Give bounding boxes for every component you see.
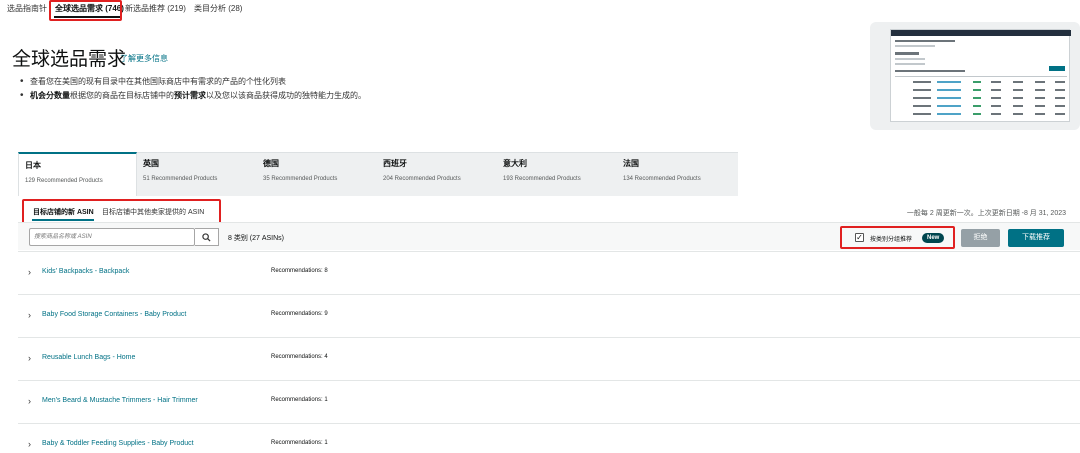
learn-more-link[interactable]: 了解更多信息 — [120, 53, 168, 64]
tab-category-analysis[interactable]: 类目分析 (28) — [194, 3, 242, 14]
preview-thumbnail — [870, 22, 1080, 130]
search-button[interactable] — [195, 228, 219, 246]
category-row[interactable]: › Kids' Backpacks - Backpack Recommendat… — [18, 251, 1080, 294]
category-name[interactable]: Kids' Backpacks - Backpack — [42, 268, 129, 275]
country-name: 德国 — [263, 159, 279, 168]
download-recommendations-button[interactable]: 下载推荐 — [1008, 229, 1064, 247]
country-count: 51 Recommended Products — [143, 176, 218, 182]
description-item: 机会分数量根据您的商品在目标店铺中的预计需求以及您以该商品获得成功的独特能力生成… — [20, 89, 366, 103]
recommendation-count: Recommendations: 4 — [271, 354, 328, 360]
description-list: 查看您在美国的现有目录中在其他国际商店中有需求的产品的个性化列表 机会分数量根据… — [20, 75, 366, 103]
tab-country-spain[interactable]: 西班牙 204 Recommended Products — [377, 152, 497, 196]
tab-new-recommendations[interactable]: 新选品推荐 (219) — [125, 3, 186, 14]
tab-selection-guide[interactable]: 选品指南针 — [7, 3, 47, 14]
category-name[interactable]: Baby Food Storage Containers - Baby Prod… — [42, 311, 186, 318]
subtab-new-asins[interactable]: 目标店铺的新 ASIN — [33, 207, 94, 217]
chevron-right-icon[interactable]: › — [28, 310, 31, 320]
check-icon: ✓ — [856, 232, 863, 242]
group-by-category-label: 按类别分组推荐 — [870, 237, 913, 243]
country-count: 204 Recommended Products — [383, 176, 461, 182]
page-title: 全球选品需求 — [12, 49, 127, 70]
recommendation-count: Recommendations: 1 — [271, 440, 328, 446]
tab-country-uk[interactable]: 英国 51 Recommended Products — [137, 152, 257, 196]
chevron-right-icon[interactable]: › — [28, 396, 31, 406]
tab-country-japan[interactable]: 日本 129 Recommended Products — [18, 152, 137, 196]
update-info: 一般每 2 周更新一次。上次更新日期 -8 月 31, 2023 — [906, 210, 1066, 217]
country-count: 129 Recommended Products — [25, 178, 103, 184]
country-name: 法国 — [623, 159, 639, 168]
category-name[interactable]: Reusable Lunch Bags - Home — [42, 354, 135, 361]
category-name[interactable]: Baby & Toddler Feeding Supplies - Baby P… — [42, 440, 194, 447]
description-item: 查看您在美国的现有目录中在其他国际商店中有需求的产品的个性化列表 — [20, 75, 366, 89]
category-row[interactable]: › Baby & Toddler Feeding Supplies - Baby… — [18, 423, 1080, 453]
chevron-right-icon[interactable]: › — [28, 439, 31, 449]
subtab-other-seller-asins[interactable]: 目标店铺中其他卖家提供的 ASIN — [102, 207, 204, 217]
chevron-right-icon[interactable]: › — [28, 353, 31, 363]
country-count: 134 Recommended Products — [623, 176, 701, 182]
chevron-right-icon[interactable]: › — [28, 267, 31, 277]
reject-button[interactable]: 拒绝 — [961, 229, 1000, 247]
category-row[interactable]: › Men's Beard & Mustache Trimmers - Hair… — [18, 380, 1080, 423]
country-count: 193 Recommended Products — [503, 176, 581, 182]
active-tab-indicator — [54, 16, 120, 18]
top-tab-bar: 选品指南针 全球选品需求 (746) 新选品推荐 (219) 类目分析 (28) — [0, 0, 1080, 18]
tab-global-demand[interactable]: 全球选品需求 (746) — [55, 3, 124, 14]
recommendation-count: Recommendations: 9 — [271, 311, 328, 317]
recommendation-count: Recommendations: 8 — [271, 268, 328, 274]
active-subtab-indicator — [32, 219, 94, 221]
category-name[interactable]: Men's Beard & Mustache Trimmers - Hair T… — [42, 397, 198, 404]
preview-sheet — [890, 29, 1071, 122]
category-row[interactable]: › Baby Food Storage Containers - Baby Pr… — [18, 294, 1080, 337]
country-name: 西班牙 — [383, 159, 407, 168]
country-name: 日本 — [25, 161, 41, 170]
country-name: 意大利 — [503, 159, 527, 168]
recommendation-count: Recommendations: 1 — [271, 397, 328, 403]
search-icon — [202, 232, 211, 242]
tab-country-italy[interactable]: 意大利 193 Recommended Products — [497, 152, 617, 196]
country-count: 35 Recommended Products — [263, 176, 338, 182]
tab-country-germany[interactable]: 德国 35 Recommended Products — [257, 152, 377, 196]
search-input[interactable] — [29, 228, 195, 246]
country-name: 英国 — [143, 159, 159, 168]
group-by-category-checkbox[interactable]: ✓ — [855, 233, 864, 242]
category-count: 8 类别 (27 ASINs) — [228, 235, 285, 242]
tab-country-france[interactable]: 法国 134 Recommended Products — [617, 152, 737, 196]
category-row[interactable]: › Reusable Lunch Bags - Home Recommendat… — [18, 337, 1080, 380]
new-badge: New — [922, 233, 945, 243]
